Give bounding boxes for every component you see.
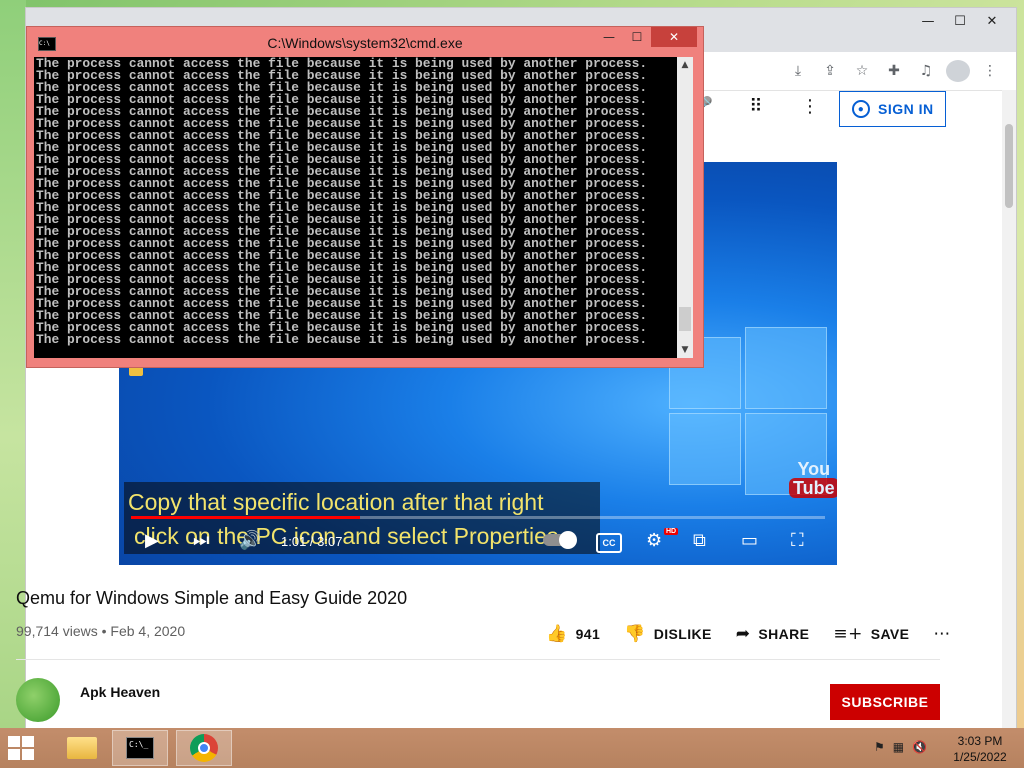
minimize-icon[interactable]: — <box>912 10 944 32</box>
page-scroll-thumb[interactable] <box>1005 124 1013 208</box>
cmd-maximize-icon[interactable]: ☐ <box>623 27 651 47</box>
cc-icon[interactable]: CC <box>596 533 622 553</box>
extensions-icon[interactable]: ✚ <box>882 60 906 82</box>
chrome-taskbar-button[interactable] <box>176 730 232 766</box>
video-title: Qemu for Windows Simple and Easy Guide 2… <box>16 588 408 608</box>
divider <box>16 659 940 660</box>
start-icon[interactable] <box>8 736 36 760</box>
video-meta: 99,714 views • Feb 4, 2020 <box>16 623 186 639</box>
share-icon: ➦ <box>735 624 751 644</box>
like-icon: 👍 <box>546 624 568 644</box>
taskbar-clock[interactable]: 3:03 PM 1/25/2022 <box>950 733 1010 765</box>
cmd-taskbar-button[interactable]: C:\_ <box>112 730 168 766</box>
miniplayer-icon[interactable]: ⧉ <box>693 530 706 551</box>
cmd-icon: C:\_ <box>126 737 154 759</box>
video-progress-bar[interactable] <box>131 516 825 519</box>
dislike-icon: 👎 <box>624 624 646 644</box>
channel-avatar[interactable] <box>16 678 60 722</box>
dislike-label: DISLIKE <box>653 626 712 642</box>
close-icon[interactable]: ✕ <box>976 10 1008 32</box>
youtube-header-actions: 🎤 ⠿ ⋮ <box>690 96 822 117</box>
fullscreen-icon[interactable]: ⛶ <box>791 530 804 551</box>
media-controls-icon[interactable]: ♫ <box>914 60 938 82</box>
clock-time: 3:03 PM <box>957 734 1003 748</box>
theater-icon[interactable]: ▭ <box>741 530 758 551</box>
chrome-icon <box>190 734 218 762</box>
page-scrollbar[interactable] <box>1002 90 1016 728</box>
cmd-close-icon[interactable]: ✕ <box>651 27 697 47</box>
desktop-background <box>0 0 26 728</box>
more-actions-button[interactable]: ⋯ <box>933 624 950 644</box>
system-tray: ⚑ ▦ 🔇 <box>874 740 927 754</box>
caption-line-1: Copy that specific location after that r… <box>128 489 544 515</box>
share-button[interactable]: ➦ SHARE <box>736 624 810 644</box>
file-explorer-icon <box>67 737 97 759</box>
volume-icon[interactable]: 🔊 <box>239 530 261 551</box>
autoplay-toggle[interactable] <box>543 531 577 549</box>
save-label: SAVE <box>870 626 910 642</box>
next-icon[interactable]: ⏭ <box>193 530 209 551</box>
video-actions: 👍 941 👎 DISLIKE ➦ SHARE ≡+ SAVE ⋯ <box>546 624 975 644</box>
save-button[interactable]: ≡+ SAVE <box>833 624 909 644</box>
settings-icon[interactable]: ⚙ <box>646 530 662 551</box>
install-icon[interactable]: ⤓ <box>786 60 810 82</box>
browser-menu-icon[interactable]: ⋮ <box>978 60 1002 82</box>
hd-badge: HD <box>664 528 679 535</box>
subscribe-button[interactable]: SUBSCRIBE <box>830 684 940 720</box>
cmd-console[interactable]: The process cannot access the file becau… <box>34 57 693 358</box>
sound-muted-icon[interactable]: 🔇 <box>912 740 927 754</box>
cmd-title-bar[interactable]: C:\ C:\Windows\system32\cmd.exe — ☐ ✕ <box>27 27 703 57</box>
more-horizontal-icon: ⋯ <box>933 624 951 644</box>
youtube-watermark: You Tube <box>789 460 837 498</box>
profile-icon[interactable] <box>946 60 970 82</box>
cmd-scroll-thumb[interactable] <box>679 307 691 331</box>
play-icon[interactable]: ▶ <box>145 530 159 551</box>
video-time: 1:01 / 3:07 <box>281 534 343 549</box>
cmd-scroll-up-icon[interactable]: ▲ <box>677 57 693 73</box>
maximize-icon[interactable]: ☐ <box>944 10 976 32</box>
file-explorer-button[interactable] <box>54 730 110 766</box>
like-count: 941 <box>575 626 601 642</box>
share-label: SHARE <box>758 626 810 642</box>
cmd-window-controls: — ☐ ✕ <box>595 27 697 47</box>
cmd-minimize-icon[interactable]: — <box>595 27 623 47</box>
cmd-window[interactable]: C:\ C:\Windows\system32\cmd.exe — ☐ ✕ Th… <box>26 26 704 368</box>
video-progress-fill <box>131 516 361 519</box>
cmd-scroll-down-icon[interactable]: ▼ <box>677 342 693 358</box>
share-page-icon[interactable]: ⇪ <box>818 60 842 82</box>
cmd-output: The process cannot access the file becau… <box>36 57 648 347</box>
sign-in-label: SIGN IN <box>878 101 934 117</box>
channel-name[interactable]: Apk Heaven <box>80 684 160 700</box>
apps-grid-icon[interactable]: ⠿ <box>744 96 768 117</box>
like-button[interactable]: 👍 941 <box>546 624 600 644</box>
more-icon[interactable]: ⋮ <box>798 96 822 117</box>
user-icon: ● <box>852 100 870 118</box>
browser-window-controls: — ☐ ✕ <box>912 10 1008 32</box>
dislike-button[interactable]: 👎 DISLIKE <box>624 624 712 644</box>
flag-icon[interactable]: ⚑ <box>874 740 885 754</box>
network-icon[interactable]: ▦ <box>893 740 904 754</box>
sign-in-button[interactable]: ● SIGN IN <box>839 91 946 127</box>
taskbar: C:\_ ⚑ ▦ 🔇 3:03 PM 1/25/2022 <box>0 728 1024 768</box>
bookmark-star-icon[interactable]: ☆ <box>850 60 874 82</box>
cmd-scrollbar[interactable]: ▲ ▼ <box>677 57 693 358</box>
clock-date: 1/25/2022 <box>953 750 1007 764</box>
save-icon: ≡+ <box>833 624 863 644</box>
